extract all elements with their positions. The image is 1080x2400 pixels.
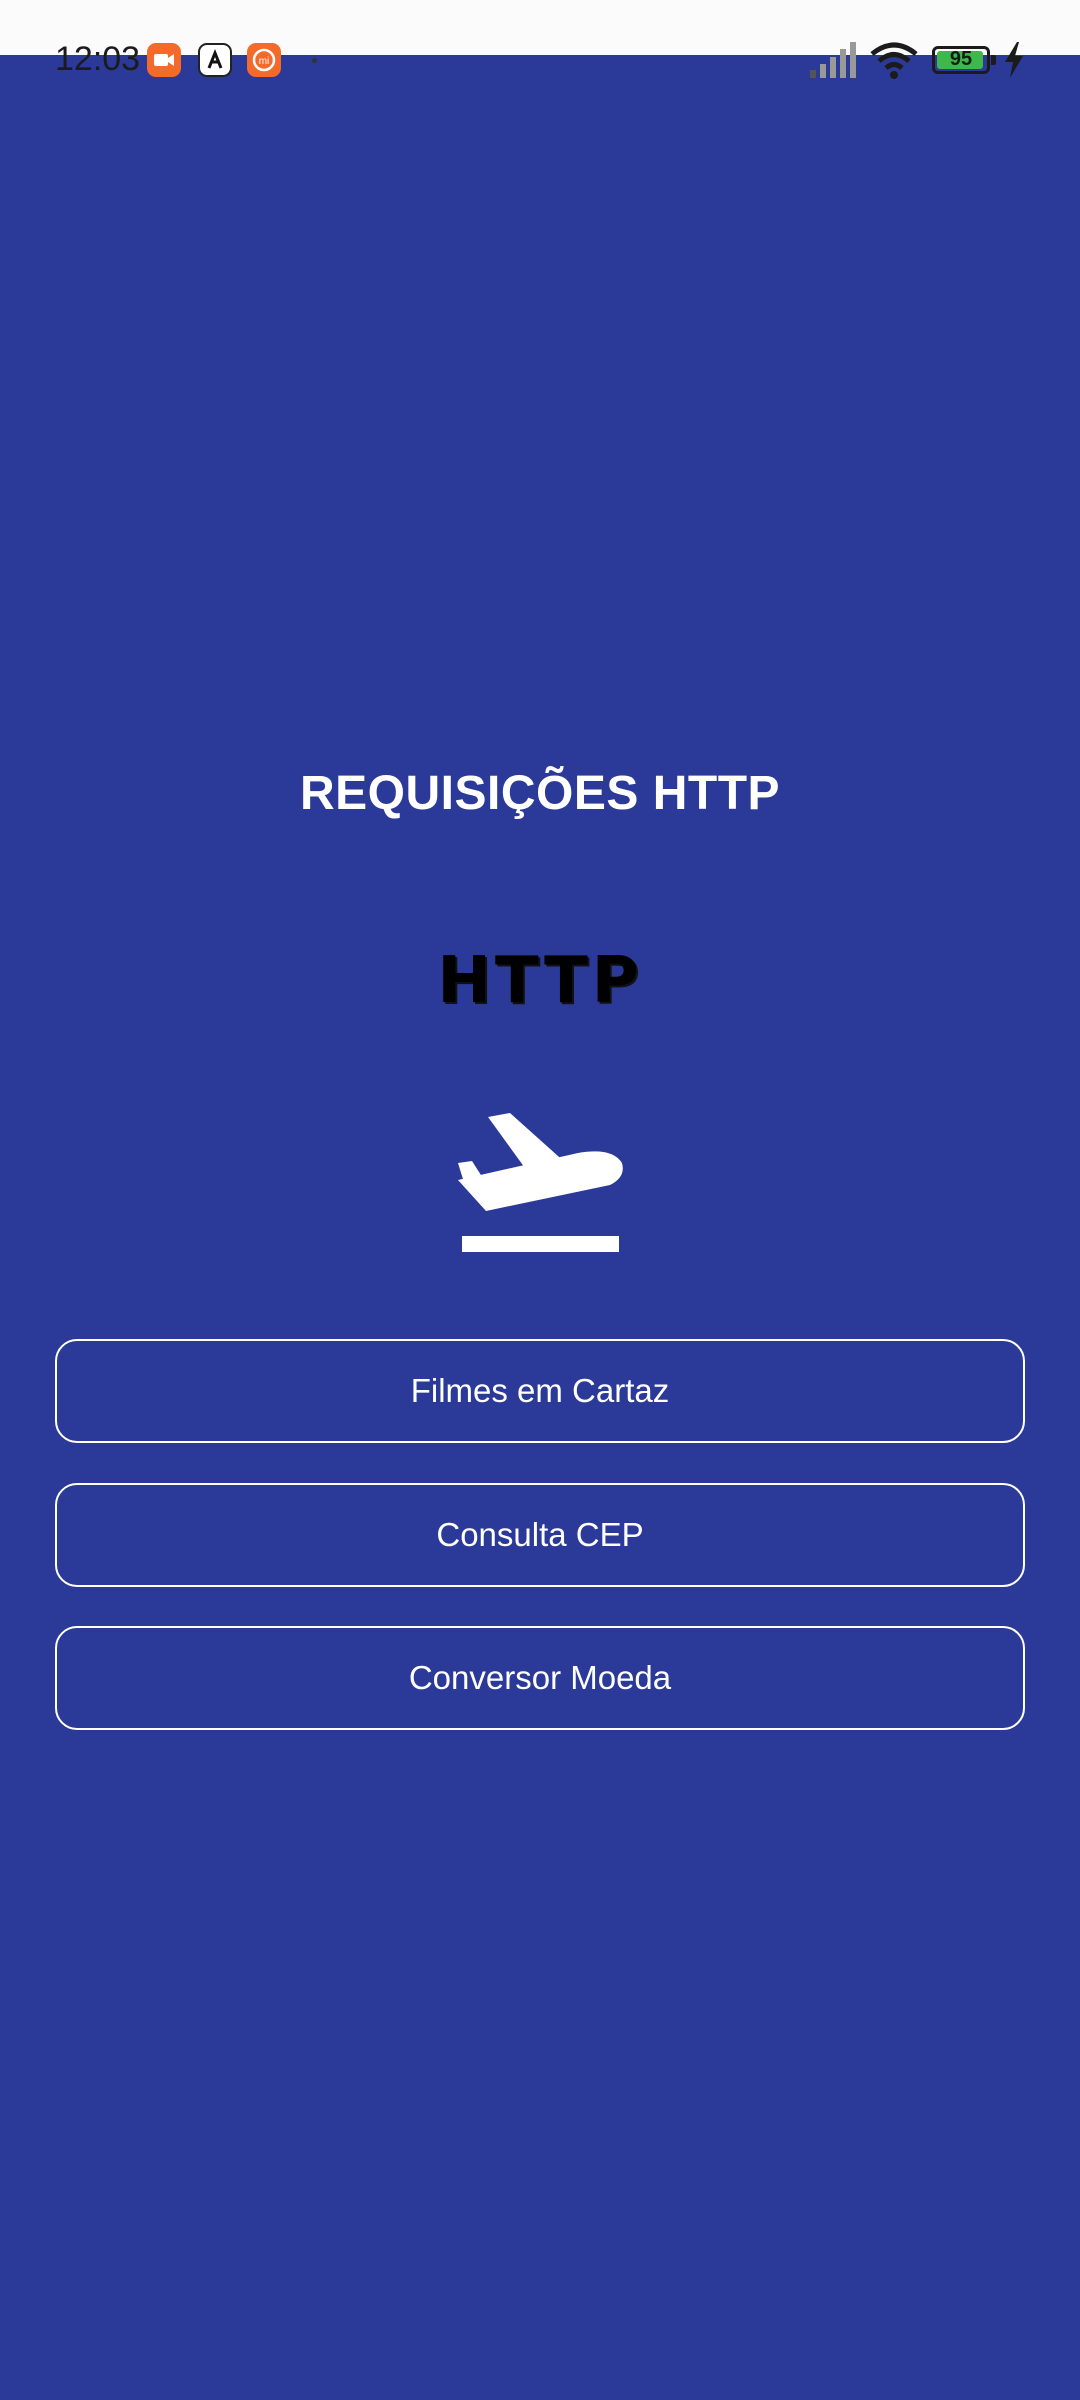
more-notifications-dot bbox=[312, 58, 317, 63]
status-time: 12:03 bbox=[55, 40, 141, 78]
filmes-em-cartaz-button[interactable]: Filmes em Cartaz bbox=[55, 1339, 1025, 1443]
battery-level: 95 bbox=[949, 48, 973, 70]
battery-icon: 95 bbox=[932, 46, 990, 74]
page-title: REQUISIÇÕES HTTP bbox=[299, 767, 781, 820]
airplane-takeoff-icon bbox=[458, 1113, 623, 1252]
http-logo: HTTP bbox=[437, 944, 643, 1018]
signal-icon bbox=[810, 42, 856, 78]
app-notification-icon bbox=[198, 43, 232, 77]
mi-icon: mi bbox=[247, 43, 281, 77]
charging-icon bbox=[1005, 42, 1023, 78]
consulta-cep-button[interactable]: Consulta CEP bbox=[55, 1483, 1025, 1587]
video-recorder-icon bbox=[147, 43, 181, 77]
svg-text:mi: mi bbox=[259, 56, 270, 67]
wifi-icon bbox=[870, 42, 918, 79]
battery-tip bbox=[991, 55, 996, 65]
conversor-moeda-button[interactable]: Conversor Moeda bbox=[55, 1626, 1025, 1730]
